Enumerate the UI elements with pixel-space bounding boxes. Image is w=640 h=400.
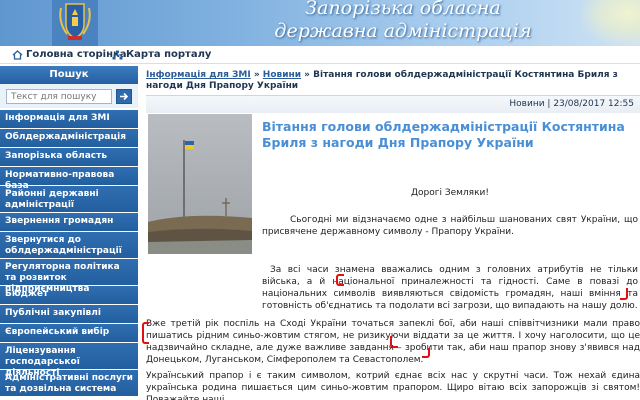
sidebar-item[interactable]: Адміністративні послуги та дозвільна сис… — [0, 370, 138, 397]
breadcrumb-link-media[interactable]: Інформація для ЗМІ — [146, 70, 251, 80]
sidebar-item[interactable]: Облдержадміністрація — [0, 129, 138, 148]
sidebar-item[interactable]: Публічні закупівлі — [0, 305, 138, 324]
home-icon — [12, 49, 23, 60]
highlight-mark — [620, 288, 628, 300]
breadcrumb-separator: » — [250, 70, 263, 80]
main-content: Інформація для ЗМІ » Новини » Вітання го… — [142, 66, 640, 400]
article-rubric-date: Новини | 23/08/2017 12:55 — [509, 99, 634, 109]
highlight-mark — [422, 348, 430, 358]
search-box — [0, 84, 138, 108]
home-link[interactable]: Головна сторінка — [12, 49, 127, 60]
article-photo[interactable] — [148, 114, 252, 254]
sidebar-item[interactable]: Інформація для ЗМІ — [0, 110, 138, 129]
sidebar-item[interactable]: Районні державні адміністрації — [0, 186, 138, 213]
sidebar-item[interactable]: Ліцензування господарської діяльності — [0, 343, 138, 378]
highlight-mark — [336, 274, 344, 286]
article-greeting: Дорогі Земляки! — [410, 188, 489, 198]
search-button[interactable] — [116, 89, 132, 104]
site-header: Запорізька обласна державна адміністраці… — [0, 0, 640, 46]
sidebar-item[interactable]: Нормативно-правова база — [0, 167, 138, 191]
breadcrumb: Інформація для ЗМІ » Новини » Вітання го… — [146, 70, 636, 92]
sitemap-link-label: Карта порталу — [126, 49, 212, 60]
sidebar-item[interactable]: Звернення громадян — [0, 213, 138, 232]
sidebar-menu: Інформація для ЗМІ Облдержадміністрація За… — [0, 110, 138, 397]
highlight-mark — [390, 336, 398, 348]
sitemap-icon — [112, 50, 123, 59]
site-title-line1: Запорізька обласна — [305, 0, 501, 19]
search-heading: Пошук — [0, 66, 138, 84]
sidebar-item[interactable]: Європейський вибір — [0, 324, 138, 343]
coat-of-arms-icon[interactable] — [52, 0, 98, 46]
sitemap-link[interactable]: Карта порталу — [112, 49, 211, 60]
header-decoration — [580, 0, 640, 46]
article-paragraph: Сьогодні ми відзначаємо одне з найбільш … — [262, 215, 638, 237]
sidebar-item[interactable]: Регуляторна політика та розвиток підприє… — [0, 259, 138, 294]
sidebar-item[interactable]: Запорізька область — [0, 148, 138, 167]
article-paragraph: За всі часи знамена вважались одним з го… — [262, 265, 638, 311]
article-meta-bar: Новини | 23/08/2017 12:55 — [146, 95, 640, 113]
highlight-mark — [142, 322, 149, 344]
site-title: Запорізька обласна державна адміністраці… — [268, 0, 538, 43]
sidebar: Пошук Інформація для ЗМІОблдержадміністр… — [0, 66, 138, 400]
site-title-line2: державна адміністрація — [274, 20, 532, 42]
top-navigation: Головна сторінка Карта порталу — [0, 46, 640, 64]
article-paragraph: Український прапор і є таким символом, к… — [146, 371, 640, 400]
arrow-right-icon — [120, 92, 129, 101]
breadcrumb-link-news[interactable]: Новини — [263, 70, 301, 80]
sidebar-item[interactable]: Звернутися до облдержадміністрації — [0, 232, 138, 259]
article-title: Вітання голови облдержадміністрації Кост… — [262, 119, 625, 150]
search-input[interactable] — [6, 89, 112, 104]
breadcrumb-separator: » — [301, 70, 314, 80]
